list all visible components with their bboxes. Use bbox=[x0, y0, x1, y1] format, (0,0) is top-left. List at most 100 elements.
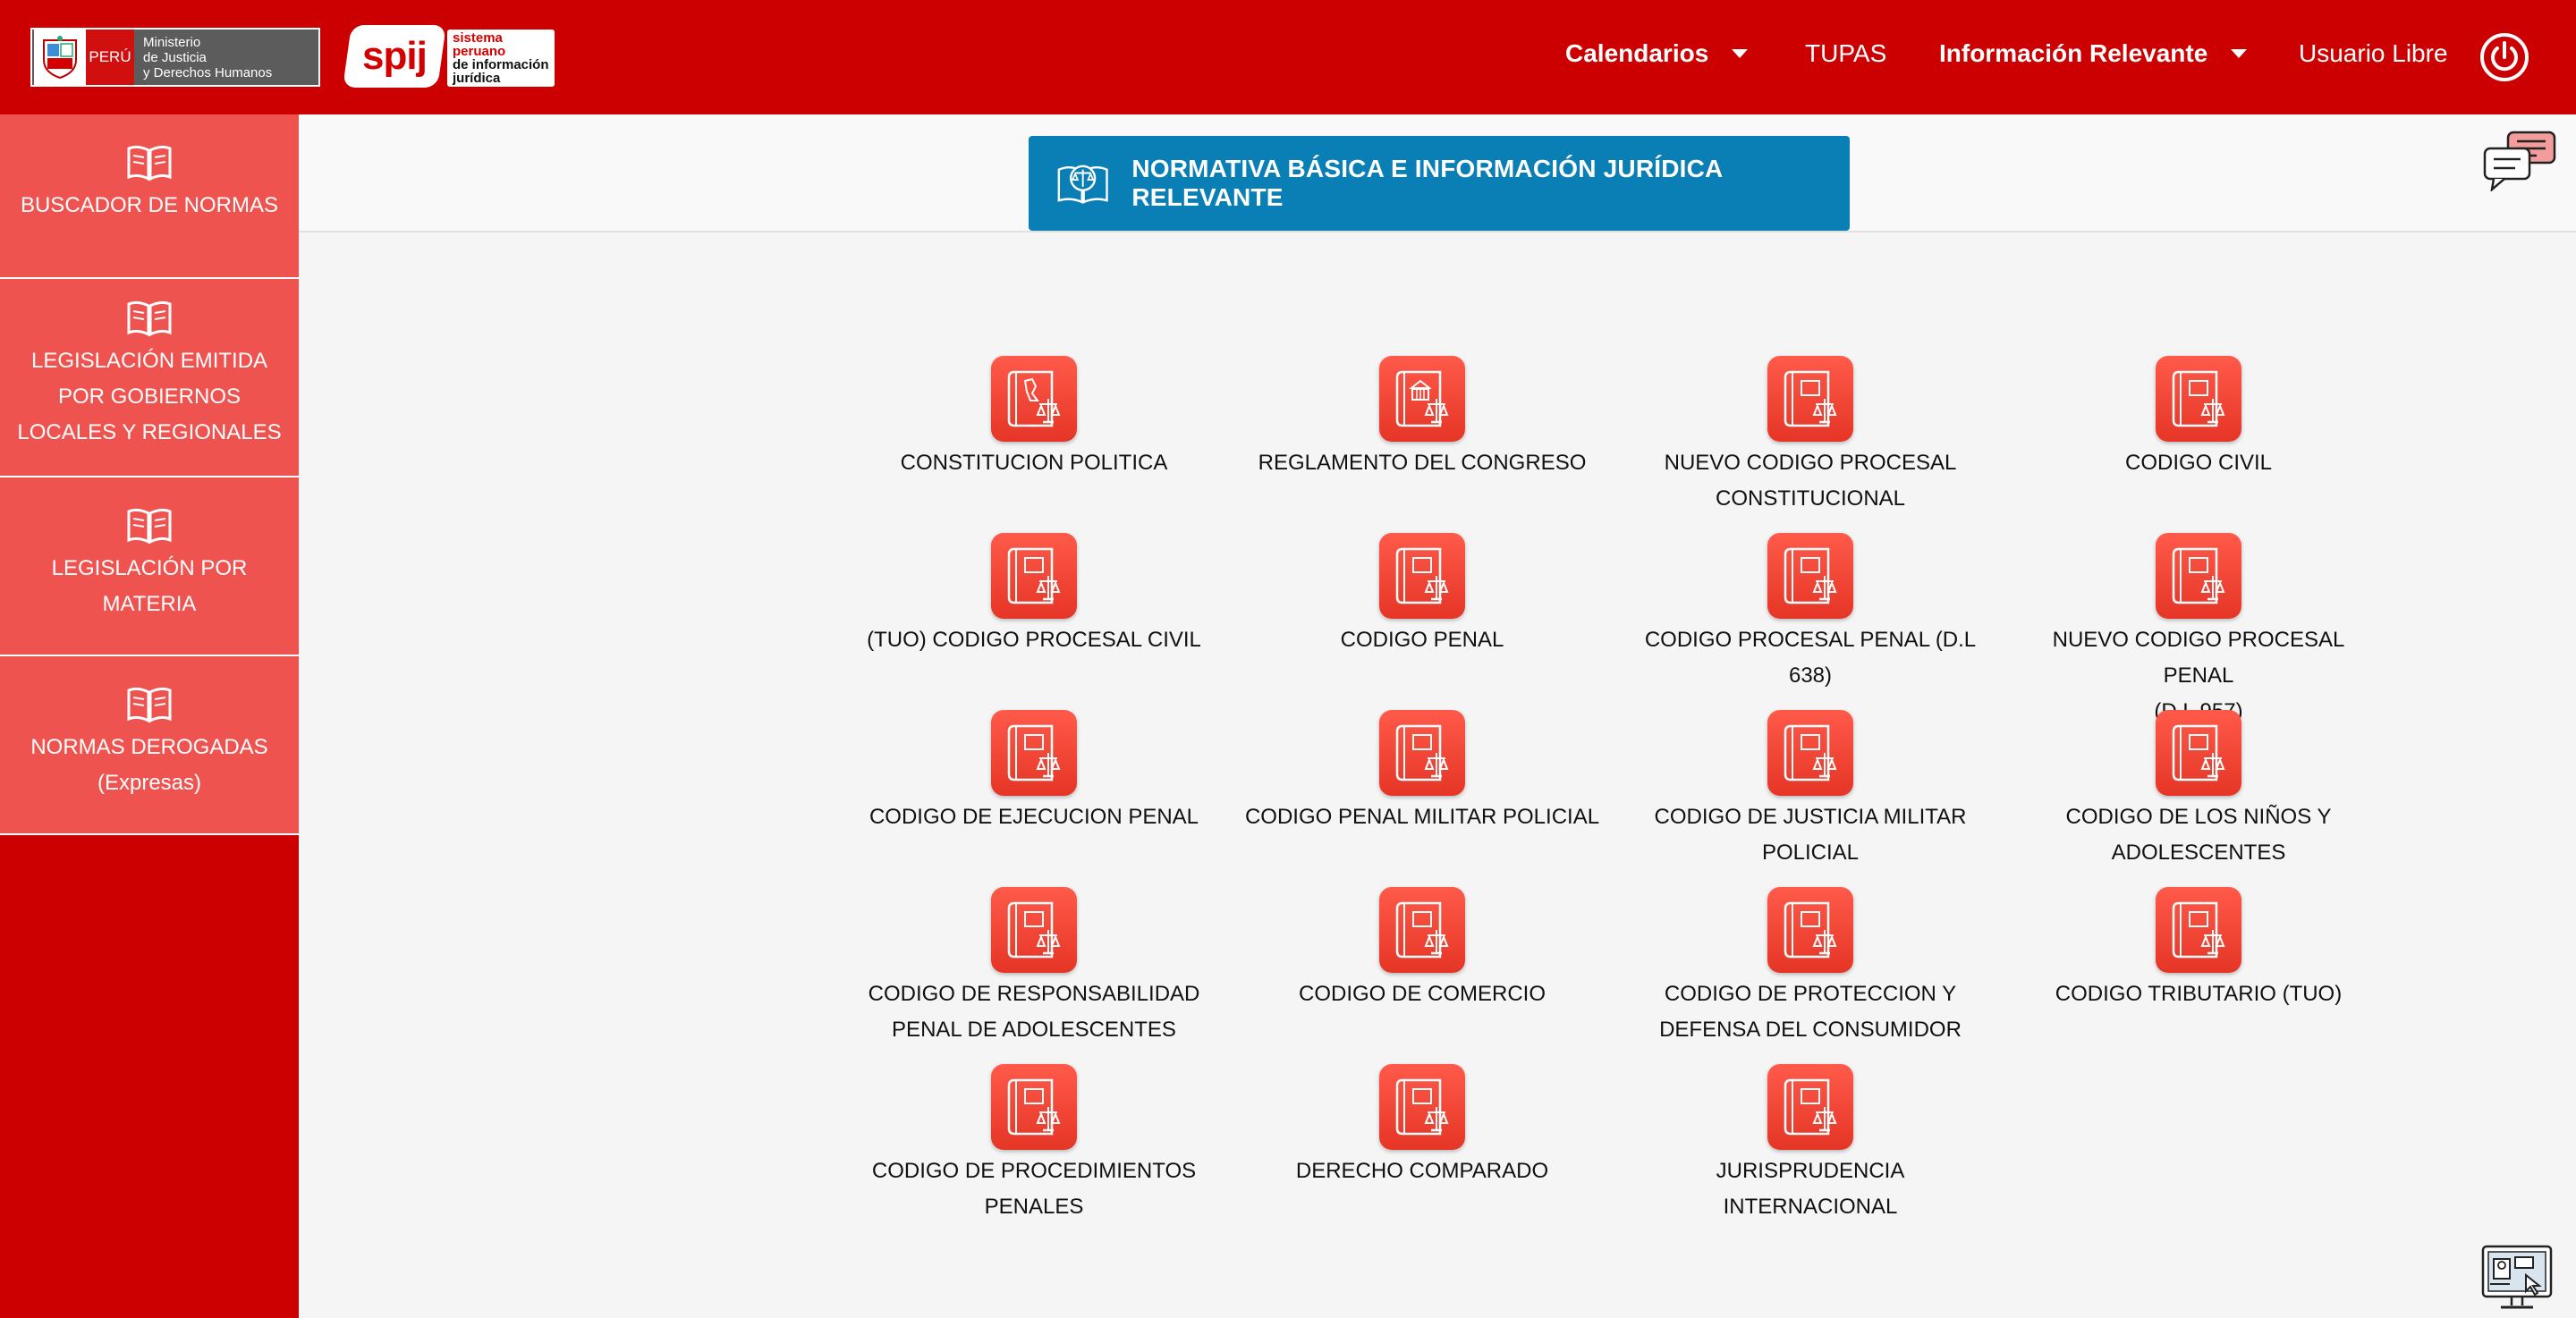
page-title-banner: NORMATIVA BÁSICA E INFORMACIÓN JURÍDICA … bbox=[1029, 136, 1850, 231]
top-bar: PERÚ Ministerio de Justicia y Derechos H… bbox=[0, 0, 2576, 114]
item-constitucion-politica[interactable]: CONSTITUCION POLITICA bbox=[855, 356, 1213, 481]
nav-calendarios[interactable]: Calendarios bbox=[1565, 39, 1749, 68]
law-book-icon bbox=[2156, 533, 2241, 619]
law-book-icon bbox=[1767, 356, 1853, 442]
congress-book-icon bbox=[1379, 356, 1465, 442]
item-label: CODIGO CIVIL bbox=[2124, 451, 2273, 475]
item-label: CODIGO DE EJECUCION PENAL bbox=[869, 805, 1199, 829]
ministry-logo[interactable]: PERÚ Ministerio de Justicia y Derechos H… bbox=[30, 28, 320, 87]
law-book-icon bbox=[1379, 1064, 1465, 1150]
item-codigo-comercio[interactable]: CODIGO DE COMERCIO bbox=[1243, 887, 1601, 1012]
item-codigo-ejecucion-penal[interactable]: CODIGO DE EJECUCION PENAL bbox=[855, 710, 1213, 835]
help-desk-icon[interactable] bbox=[2479, 1243, 2556, 1314]
item-label: ADOLESCENTES bbox=[2111, 841, 2286, 865]
item-nuevo-codigo-procesal-constitucional[interactable]: NUEVO CODIGO PROCESAL CONSTITUCIONAL bbox=[1631, 356, 1989, 517]
nav-informacion-relevante[interactable]: Información Relevante bbox=[1939, 39, 2248, 68]
item-label: CODIGO DE PROCEDIMIENTOS bbox=[871, 1159, 1197, 1183]
law-book-scale-icon bbox=[1057, 165, 1108, 204]
ministry-name: Ministerio de Justicia y Derechos Humano… bbox=[143, 34, 273, 80]
item-codigo-responsabilidad-penal-adolescentes[interactable]: CODIGO DE RESPONSABILIDAD PENAL DE ADOLE… bbox=[855, 887, 1213, 1048]
law-book-icon bbox=[1767, 710, 1853, 796]
open-book-icon bbox=[127, 508, 172, 545]
sidebar-item-label: NORMAS DEROGADAS bbox=[30, 735, 268, 759]
chat-icon[interactable] bbox=[2481, 131, 2558, 191]
item-label: CODIGO DE COMERCIO bbox=[1298, 982, 1546, 1006]
item-label: CODIGO DE PROTECCION Y bbox=[1664, 982, 1957, 1006]
main-header: NORMATIVA BÁSICA E INFORMACIÓN JURÍDICA … bbox=[299, 114, 2576, 232]
law-book-icon bbox=[1767, 887, 1853, 973]
law-book-icon bbox=[1379, 710, 1465, 796]
peru-coat-of-arms-icon bbox=[34, 30, 86, 85]
spij-logo[interactable]: spij sistema peruano de información jurí… bbox=[343, 25, 562, 89]
item-codigo-proteccion-consumidor[interactable]: CODIGO DE PROTECCION Y DEFENSA DEL CONSU… bbox=[1631, 887, 1989, 1048]
peru-label: PERÚ bbox=[86, 30, 134, 85]
item-label: CODIGO TRIBUTARIO (TUO) bbox=[2055, 982, 2343, 1006]
sidebar-item-legislacion-materia[interactable]: LEGISLACIÓN POR MATERIA bbox=[0, 477, 299, 656]
item-label: DERECHO COMPARADO bbox=[1295, 1159, 1549, 1183]
item-label: NUEVO CODIGO PROCESAL bbox=[1664, 451, 1957, 475]
law-book-icon bbox=[2156, 356, 2241, 442]
item-label: CODIGO DE RESPONSABILIDAD bbox=[868, 982, 1200, 1006]
item-label: CODIGO DE JUSTICIA MILITAR bbox=[1654, 805, 1967, 829]
item-label: CONSTITUCIONAL bbox=[1715, 486, 1905, 511]
sidebar-item-label: (Expresas) bbox=[97, 771, 202, 795]
item-nuevo-codigo-procesal-penal-957[interactable]: NUEVO CODIGO PROCESAL PENAL (D.L 957) bbox=[2020, 533, 2377, 730]
item-codigo-penal[interactable]: CODIGO PENAL bbox=[1243, 533, 1601, 658]
open-book-icon bbox=[127, 300, 172, 337]
law-book-icon bbox=[1767, 533, 1853, 619]
item-codigo-tributario[interactable]: CODIGO TRIBUTARIO (TUO) bbox=[2020, 887, 2377, 1012]
sidebar-item-buscador-normas[interactable]: BUSCADOR DE NORMAS bbox=[0, 114, 299, 279]
item-codigo-procedimientos-penales[interactable]: CODIGO DE PROCEDIMIENTOS PENALES bbox=[855, 1064, 1213, 1225]
sidebar-item-label: BUSCADOR DE NORMAS bbox=[20, 193, 279, 217]
page-title: NORMATIVA BÁSICA E INFORMACIÓN JURÍDICA … bbox=[1131, 155, 1723, 211]
item-label: CODIGO DE LOS NIÑOS Y bbox=[2065, 805, 2332, 829]
law-book-icon bbox=[991, 710, 1077, 796]
sidebar-item-label: LEGISLACIÓN POR bbox=[51, 556, 248, 580]
law-book-icon bbox=[1379, 887, 1465, 973]
nav-tupas[interactable]: TUPAS bbox=[1805, 39, 1886, 68]
power-icon[interactable] bbox=[2479, 32, 2529, 82]
law-book-icon bbox=[2156, 710, 2241, 796]
sidebar-item-label: MATERIA bbox=[102, 592, 197, 616]
chevron-down-icon bbox=[1732, 49, 1749, 58]
item-codigo-procesal-penal-638[interactable]: CODIGO PROCESAL PENAL (D.L 638) bbox=[1631, 533, 1989, 694]
sidebar-item-label: POR GOBIERNOS bbox=[57, 384, 242, 409]
item-label: CONSTITUCION POLITICA bbox=[900, 451, 1168, 475]
spij-mark: spij bbox=[343, 25, 446, 88]
item-derecho-comparado[interactable]: DERECHO COMPARADO bbox=[1243, 1064, 1601, 1189]
open-book-icon bbox=[127, 687, 172, 723]
user-name[interactable]: Usuario Libre bbox=[2299, 39, 2448, 68]
sidebar-item-legislacion-gobiernos[interactable]: LEGISLACIÓN EMITIDA POR GOBIERNOS LOCALE… bbox=[0, 279, 299, 477]
item-codigo-civil[interactable]: CODIGO CIVIL bbox=[2020, 356, 2377, 481]
law-book-icon bbox=[991, 1064, 1077, 1150]
law-book-icon bbox=[991, 887, 1077, 973]
sidebar-item-label: LOCALES Y REGIONALES bbox=[17, 420, 282, 444]
item-label: CODIGO PROCESAL PENAL (D.L bbox=[1644, 628, 1977, 652]
item-codigo-penal-militar-policial[interactable]: CODIGO PENAL MILITAR POLICIAL bbox=[1243, 710, 1601, 835]
item-codigo-justicia-militar-policial[interactable]: CODIGO DE JUSTICIA MILITAR POLICIAL bbox=[1631, 710, 1989, 871]
sidebar: BUSCADOR DE NORMAS LEGISLACIÓN EMITIDA P… bbox=[0, 114, 299, 1318]
chevron-down-icon bbox=[2231, 49, 2248, 58]
item-label: PENALES bbox=[984, 1195, 1084, 1219]
item-label: NUEVO CODIGO PROCESAL PENAL bbox=[2052, 628, 2345, 688]
item-tuo-codigo-procesal-civil[interactable]: (TUO) CODIGO PROCESAL CIVIL bbox=[855, 533, 1213, 658]
law-book-icon bbox=[2156, 887, 2241, 973]
item-reglamento-congreso[interactable]: REGLAMENTO DEL CONGRESO bbox=[1243, 356, 1601, 481]
main-content: NORMATIVA BÁSICA E INFORMACIÓN JURÍDICA … bbox=[299, 114, 2576, 1318]
item-label: REGLAMENTO DEL CONGRESO bbox=[1258, 451, 1587, 475]
item-codigo-ninos-adolescentes[interactable]: CODIGO DE LOS NIÑOS Y ADOLESCENTES bbox=[2020, 710, 2377, 871]
item-label: JURISPRUDENCIA INTERNACIONAL bbox=[1716, 1159, 1905, 1219]
law-book-icon bbox=[991, 533, 1077, 619]
item-label: DEFENSA DEL CONSUMIDOR bbox=[1659, 1018, 1962, 1042]
item-jurisprudencia-internacional[interactable]: JURISPRUDENCIA INTERNACIONAL bbox=[1631, 1064, 1989, 1225]
item-label: CODIGO PENAL bbox=[1340, 628, 1504, 652]
item-label: 638) bbox=[1788, 663, 1833, 688]
open-book-icon bbox=[127, 145, 172, 182]
sidebar-item-normas-derogadas[interactable]: NORMAS DEROGADAS (Expresas) bbox=[0, 656, 299, 835]
sidebar-item-label: LEGISLACIÓN EMITIDA bbox=[30, 349, 268, 373]
law-book-icon bbox=[1767, 1064, 1853, 1150]
spij-tagline: sistema peruano de información jurídica bbox=[447, 30, 555, 87]
law-book-icon bbox=[1379, 533, 1465, 619]
item-label: PENAL DE ADOLESCENTES bbox=[892, 1018, 1176, 1042]
item-label: (TUO) CODIGO PROCESAL CIVIL bbox=[867, 628, 1201, 652]
